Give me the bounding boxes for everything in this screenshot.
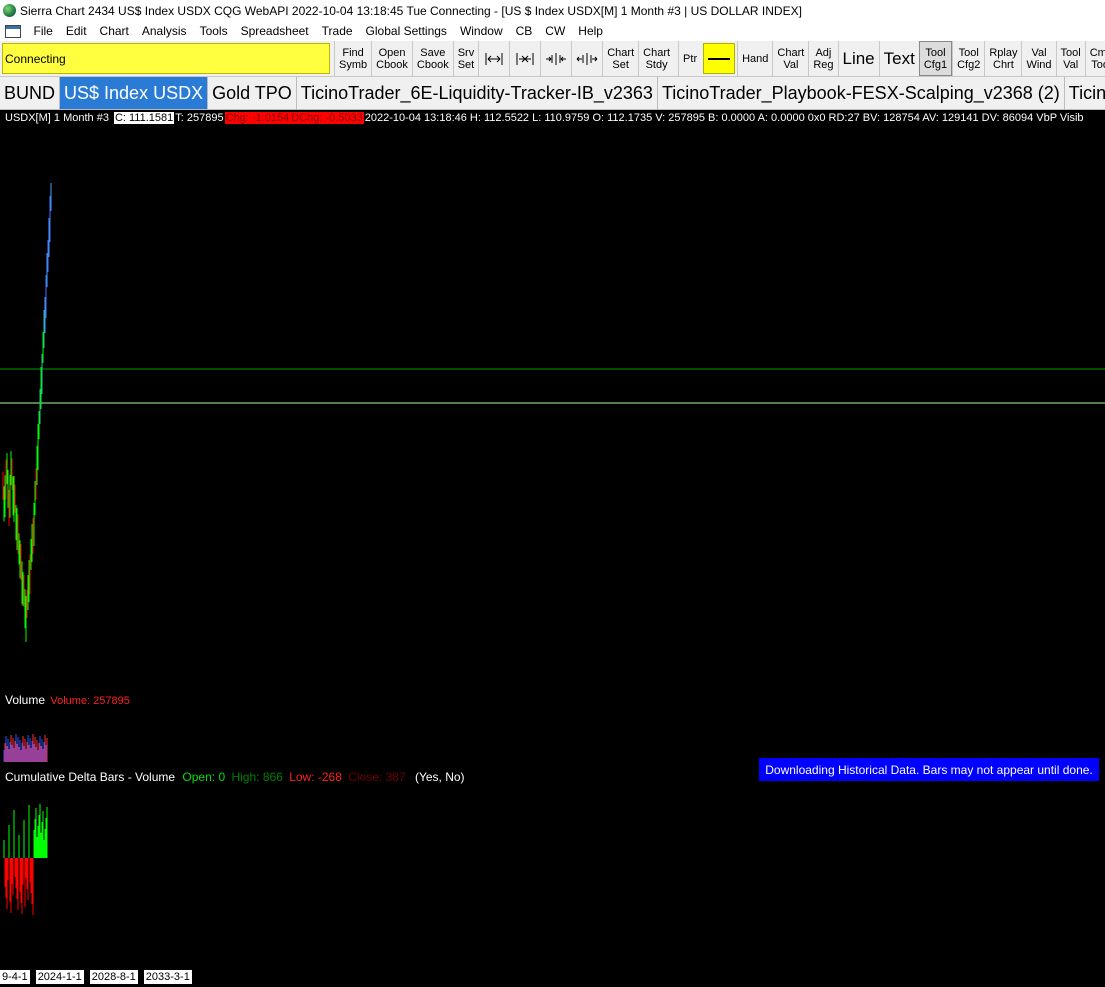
adjust-region-button[interactable]: Adj Reg	[808, 41, 837, 76]
window-title: Sierra Chart 2434 US$ Index USDX CQG Web…	[20, 3, 802, 18]
delta-high: High: 866	[231, 770, 283, 784]
delta-low: Low: -268	[289, 770, 342, 784]
spacing-out-icon	[576, 52, 598, 65]
save-cbook-button[interactable]: Save Cbook	[411, 41, 453, 76]
system-menu-icon[interactable]	[5, 24, 21, 38]
volume-value: Volume: 257895	[50, 695, 130, 707]
delta-close: Close: 387	[348, 770, 406, 784]
date-label: 9-4-1	[0, 970, 30, 984]
menu-analysis[interactable]: Analysis	[135, 24, 193, 38]
change-value: Chg: -1.0154	[224, 112, 291, 124]
trades-value: T: 257895	[175, 112, 224, 124]
app-globe-icon	[3, 4, 16, 17]
line-tool-button[interactable]: Line	[837, 41, 879, 76]
values-window-button[interactable]: Val Wind	[1021, 41, 1055, 76]
menu-cb[interactable]: CB	[509, 24, 539, 38]
delta-label: Cumulative Delta Bars - Volume	[5, 770, 176, 784]
control-bar: Connecting Find Symb Open Cbook Save Cbook …	[0, 41, 1105, 77]
tab-usdx[interactable]: US$ Index USDX	[60, 77, 209, 109]
chart-values-button[interactable]: Chart Val	[772, 41, 808, 76]
bar-spacing-increase-button[interactable]	[571, 41, 602, 76]
tab-bund[interactable]: BUND	[0, 77, 61, 109]
tool-config-1-button[interactable]: Tool Cfg1	[918, 41, 953, 76]
menu-cw[interactable]: CW	[539, 24, 572, 38]
volume-study-label: Volume Volume: 257895	[5, 693, 130, 707]
date-label: 2033-3-1	[143, 970, 192, 984]
delta-open: Open: 0	[182, 770, 226, 784]
menu-file[interactable]: File	[27, 24, 59, 38]
tool-config-2-button[interactable]: Tool Cfg2	[952, 41, 984, 76]
server-settings-button[interactable]: Srv Set	[452, 41, 479, 76]
chart-settings-button[interactable]: Chart Set	[602, 41, 638, 76]
hand-tool-button[interactable]: Hand	[737, 41, 772, 76]
menu-bar: File Edit Chart Analysis Tools Spreadshe…	[0, 21, 1105, 41]
text-tool-button[interactable]: Text	[878, 41, 919, 76]
date-label: 2028-8-1	[89, 970, 138, 984]
price-graph	[0, 183, 1105, 915]
tab-gold-tpo[interactable]: Gold TPO	[208, 77, 297, 109]
menu-spreadsheet[interactable]: Spreadsheet	[234, 24, 315, 38]
color-swatch-line-icon	[708, 57, 731, 60]
menu-edit[interactable]: Edit	[59, 24, 93, 38]
menu-chart[interactable]: Chart	[93, 24, 135, 38]
chart-symbol: USDX[M] 1 Month #3	[5, 112, 109, 124]
close-value: C: 111.1581	[113, 112, 175, 124]
delta-study-label: Cumulative Delta Bars - Volume Open: 0 H…	[5, 770, 465, 784]
find-symbol-button[interactable]: Find Symb	[334, 41, 371, 76]
zoom-expand-button[interactable]	[478, 41, 509, 76]
menu-help[interactable]: Help	[572, 24, 610, 38]
connection-status: Connecting	[2, 43, 330, 74]
chart-area[interactable]	[0, 126, 1105, 987]
tab-6e-liquidity-tracker[interactable]: TicinoTrader_6E-Liquidity-Tracker-IB_v23…	[297, 77, 658, 109]
replay-chart-button[interactable]: Rplay Chrt	[984, 41, 1021, 76]
delta-flags: (Yes, No)	[414, 770, 465, 784]
menu-global-settings[interactable]: Global Settings	[359, 24, 453, 38]
drawing-color-button[interactable]	[703, 43, 736, 74]
compound-tool-button[interactable]: CmpTool	[1084, 41, 1105, 76]
menu-tools[interactable]: Tools	[193, 24, 234, 38]
zoom-compress-button[interactable]	[509, 41, 540, 76]
pointer-tool-button[interactable]: Ptr	[678, 41, 701, 76]
menu-trade[interactable]: Trade	[315, 24, 359, 38]
chart-details: 2022-10-04 13:18:46 H: 112.5522 L: 110.9…	[364, 112, 1084, 124]
chart-header: USDX[M] 1 Month #3 C: 111.1581 T: 257895…	[0, 110, 1105, 126]
spacing-in-icon	[546, 52, 567, 65]
download-notice: Downloading Historical Data. Bars may no…	[759, 758, 1099, 781]
date-axis: 9-4-1 2024-1-1 2028-8-1 2033-3-1	[0, 970, 198, 987]
menu-window[interactable]: Window	[453, 24, 509, 38]
day-change-value: DChg: -0.5033	[290, 112, 364, 124]
tool-values-button[interactable]: Tool Val	[1055, 41, 1085, 76]
expand-horizontal-icon	[485, 52, 503, 65]
bar-spacing-decrease-button[interactable]	[540, 41, 571, 76]
chartbook-tabs: BUND US$ Index USDX Gold TPO TicinoTrade…	[0, 77, 1105, 110]
chart-studies-button[interactable]: Chart Stdy	[638, 41, 674, 76]
volume-label: Volume	[5, 693, 46, 707]
tab-fesx-scalping[interactable]: TicinoTrader_Playbook-FESX-Scalping_v236…	[658, 77, 1065, 109]
compress-horizontal-icon	[516, 52, 534, 65]
date-label: 2024-1-1	[35, 970, 84, 984]
tab-ticinotrader[interactable]: TicinoTrader	[1065, 77, 1105, 109]
title-bar: Sierra Chart 2434 US$ Index USDX CQG Web…	[0, 0, 1105, 21]
open-cbook-button[interactable]: Open Cbook	[371, 41, 412, 76]
